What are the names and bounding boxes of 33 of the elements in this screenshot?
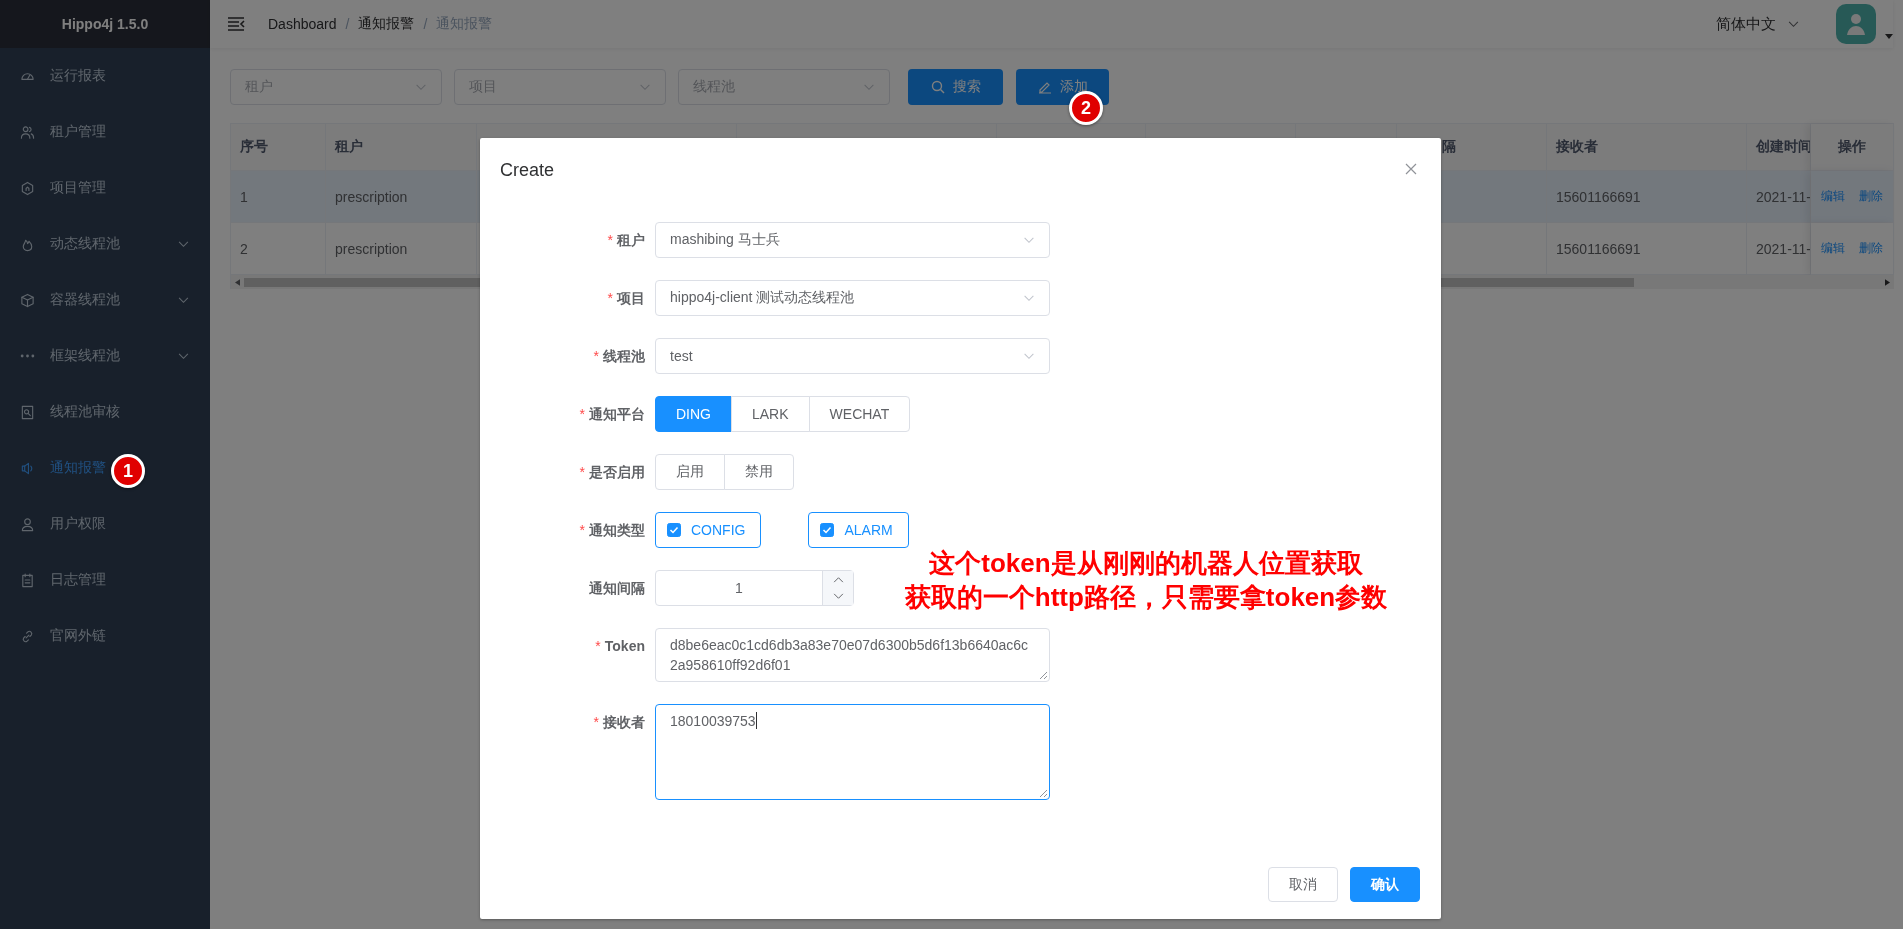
column-header: 操作: [1838, 138, 1866, 156]
required-mark: *: [595, 637, 601, 656]
field-label: 通知平台: [589, 405, 645, 424]
field-label: 接收者: [603, 713, 645, 732]
required-mark: *: [579, 463, 585, 482]
column-header: 租户: [335, 138, 363, 156]
required-mark: *: [593, 713, 599, 732]
table-cell: 15601166691: [1547, 171, 1747, 223]
annotation-text: 获取的一个http路径，只需要拿token参数: [904, 581, 1388, 614]
field-label: 线程池: [603, 347, 645, 366]
field-label: 租户: [617, 231, 645, 250]
required-mark: *: [607, 231, 613, 250]
required-mark: *: [593, 347, 599, 366]
field-label: 通知间隔: [589, 579, 645, 598]
column-header: 隔: [1442, 138, 1456, 156]
table-cell: 2021-11-: [1747, 171, 1811, 223]
column-header: 序号: [240, 138, 268, 156]
breadcrumb-separator: /: [423, 16, 428, 32]
required-mark: *: [607, 289, 613, 308]
dialog-title: Create: [500, 159, 555, 181]
table-cell: prescription: [326, 171, 477, 223]
breadcrumb-separator: /: [345, 16, 350, 32]
table-cell: 1: [231, 171, 326, 223]
annotation-text: 这个token是从刚刚的机器人位置获取: [929, 547, 1363, 580]
column-header: 接收者: [1556, 138, 1598, 156]
field-label: 项目: [617, 289, 645, 308]
field-label: 是否启用: [589, 463, 645, 482]
app-title: Hippo4j 1.5.0: [61, 16, 149, 32]
column-header: 创建时间: [1756, 138, 1810, 156]
required-mark: *: [579, 405, 585, 424]
field-label: 通知类型: [589, 521, 645, 540]
required-mark: *: [579, 521, 585, 540]
field-label: Token: [604, 637, 645, 656]
